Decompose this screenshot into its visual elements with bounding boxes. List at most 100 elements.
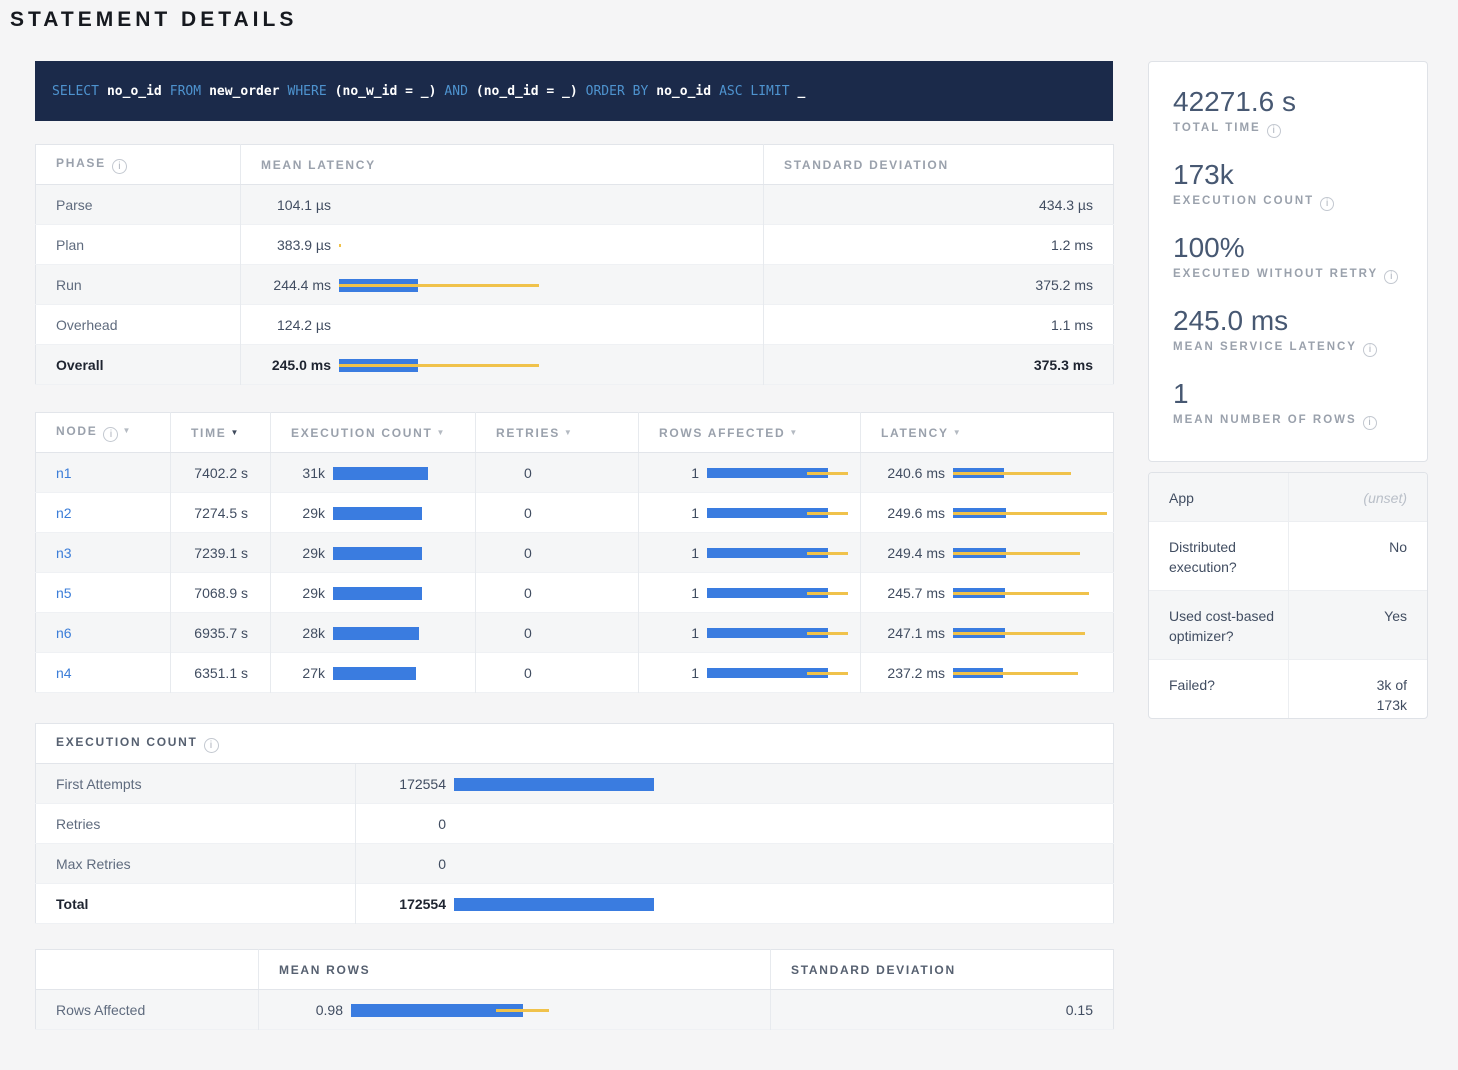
table-row: n2 7274.5 s 29k 0 1 249.6 ms [36,493,1114,533]
time-column-header[interactable]: TIME▼ [171,413,271,453]
rows-affected-label: Rows Affected [36,990,259,1030]
table-row: n4 6351.1 s 27k 0 1 237.2 ms [36,653,1114,693]
latency-value: 245.7 ms [873,585,945,601]
empty-column-header [36,950,259,990]
mean-latency-bar [339,239,539,252]
info-icon[interactable]: i [1363,343,1377,357]
retries-value: 0 [476,613,639,653]
std-dev-value: 434.3 µs [764,185,1114,225]
std-dev-value: 375.2 ms [764,265,1114,305]
time-value: 7068.9 s [171,573,271,613]
mean-latency-bar [339,359,539,372]
stat-label: EXECUTED WITHOUT RETRYi [1173,268,1427,284]
page-layout: SELECT no_o_id FROM new_order WHERE (no_… [0,61,1458,1030]
stat-value: 100% [1173,232,1427,264]
stat-value: 173k [1173,159,1427,191]
detail-label: Used cost-based optimizer? [1149,591,1288,660]
node-link[interactable]: n1 [56,465,72,481]
phase-label: Parse [36,185,241,225]
node-link[interactable]: n5 [56,585,72,601]
time-value: 6351.1 s [171,653,271,693]
execution-count-value: 31k [283,465,325,481]
rows-affected-value: 1 [651,545,699,561]
table-row: Total 172554 [36,884,1114,924]
table-row: First Attempts 172554 [36,764,1114,804]
info-icon[interactable]: i [112,159,127,174]
info-icon[interactable]: i [1320,197,1334,211]
rows-affected-bar [707,468,852,478]
sort-arrow-icon: ▼ [437,428,447,437]
node-link[interactable]: n2 [56,505,72,521]
detail-row-app: App (unset) [1149,473,1427,522]
execution-count-bar [333,667,428,680]
execution-count-value: 29k [283,545,325,561]
retries-value: 0 [476,493,639,533]
stat-mean-service-latency: 245.0 ms MEAN SERVICE LATENCYi [1173,305,1427,357]
latency-bar [953,468,1108,478]
phase-latency-table: PHASEi MEAN LATENCY STANDARD DEVIATION P… [35,144,1114,385]
info-icon[interactable]: i [1384,270,1398,284]
main-column: SELECT no_o_id FROM new_order WHERE (no_… [35,61,1113,1030]
sql-token: AND [444,84,467,99]
execution-row-value: 172554 [368,776,446,792]
mean-latency-value: 244.4 ms [253,277,331,293]
retries-column-header[interactable]: RETRIES▼ [476,413,639,453]
node-statistics-table: NODEi▼ TIME▼ EXECUTION COUNT▼ RETRIES▼ R… [35,412,1114,693]
table-row: n1 7402.2 s 31k 0 1 240.6 ms [36,453,1114,493]
execution-row-label: Max Retries [36,844,356,884]
info-icon[interactable]: i [1267,124,1281,138]
info-icon[interactable]: i [103,427,118,442]
node-link[interactable]: n3 [56,545,72,561]
execution-count-column-header[interactable]: EXECUTION COUNT▼ [271,413,476,453]
table-row: n6 6935.7 s 28k 0 1 247.1 ms [36,613,1114,653]
latency-column-header[interactable]: LATENCY▼ [861,413,1114,453]
latency-value: 249.4 ms [873,545,945,561]
mean-latency-value: 245.0 ms [253,357,331,373]
detail-row-failed: Failed? 3k of 173k [1149,660,1427,718]
execution-count-bar [454,818,654,831]
time-value: 7274.5 s [171,493,271,533]
stat-label: MEAN SERVICE LATENCYi [1173,341,1427,357]
execution-row-label: Retries [36,804,356,844]
rows-affected-column-header[interactable]: ROWS AFFECTED▼ [639,413,861,453]
node-link[interactable]: n4 [56,665,72,681]
execution-count-value: 28k [283,625,325,641]
table-row: Overhead 124.2 µs 1.1 ms [36,305,1114,345]
std-dev-value: 1.1 ms [764,305,1114,345]
execution-count-bar [333,587,428,600]
sql-token: no_o_id [656,84,711,99]
time-value: 7239.1 s [171,533,271,573]
latency-value: 237.2 ms [873,665,945,681]
node-link[interactable]: n6 [56,625,72,641]
detail-value: (unset) [1363,490,1407,506]
retries-value: 0 [476,573,639,613]
stat-label: TOTAL TIMEi [1173,122,1427,138]
sidebar: 42271.6 s TOTAL TIMEi 173k EXECUTION COU… [1148,61,1428,1030]
stat-label: EXECUTION COUNTi [1173,195,1427,211]
table-row: Run 244.4 ms 375.2 ms [36,265,1114,305]
table-row: Parse 104.1 µs 434.3 µs [36,185,1114,225]
table-row: n5 7068.9 s 29k 0 1 245.7 ms [36,573,1114,613]
table-row: Overall 245.0 ms 375.3 ms [36,345,1114,385]
detail-value: 3k of 173k [1349,675,1407,715]
mean-rows-column-header: MEAN ROWS [259,950,771,990]
info-icon[interactable]: i [204,738,219,753]
sql-token: _ [798,84,806,99]
page-title: STATEMENT DETAILS [10,8,1458,32]
node-column-header[interactable]: NODEi▼ [36,413,171,453]
info-icon[interactable]: i [1363,416,1377,430]
execution-count-table-title: EXECUTION COUNTi [36,724,1114,764]
execution-count-value: 29k [283,505,325,521]
std-dev-column-header: STANDARD DEVIATION [771,950,1114,990]
phase-label: Overall [36,345,241,385]
stat-value: 1 [1173,378,1427,410]
summary-stats-card: 42271.6 s TOTAL TIMEi 173k EXECUTION COU… [1148,61,1428,462]
detail-value: No [1288,522,1427,591]
sql-token: new_order [209,84,279,99]
sql-token: ORDER BY [586,84,649,99]
sort-arrow-icon: ▼ [564,428,574,437]
sql-token: no_o_id [107,84,162,99]
detail-row-cost-based-optimizer: Used cost-based optimizer? Yes [1149,591,1427,660]
rows-affected-bar [707,668,852,678]
std-dev-column-header: STANDARD DEVIATION [764,145,1114,185]
